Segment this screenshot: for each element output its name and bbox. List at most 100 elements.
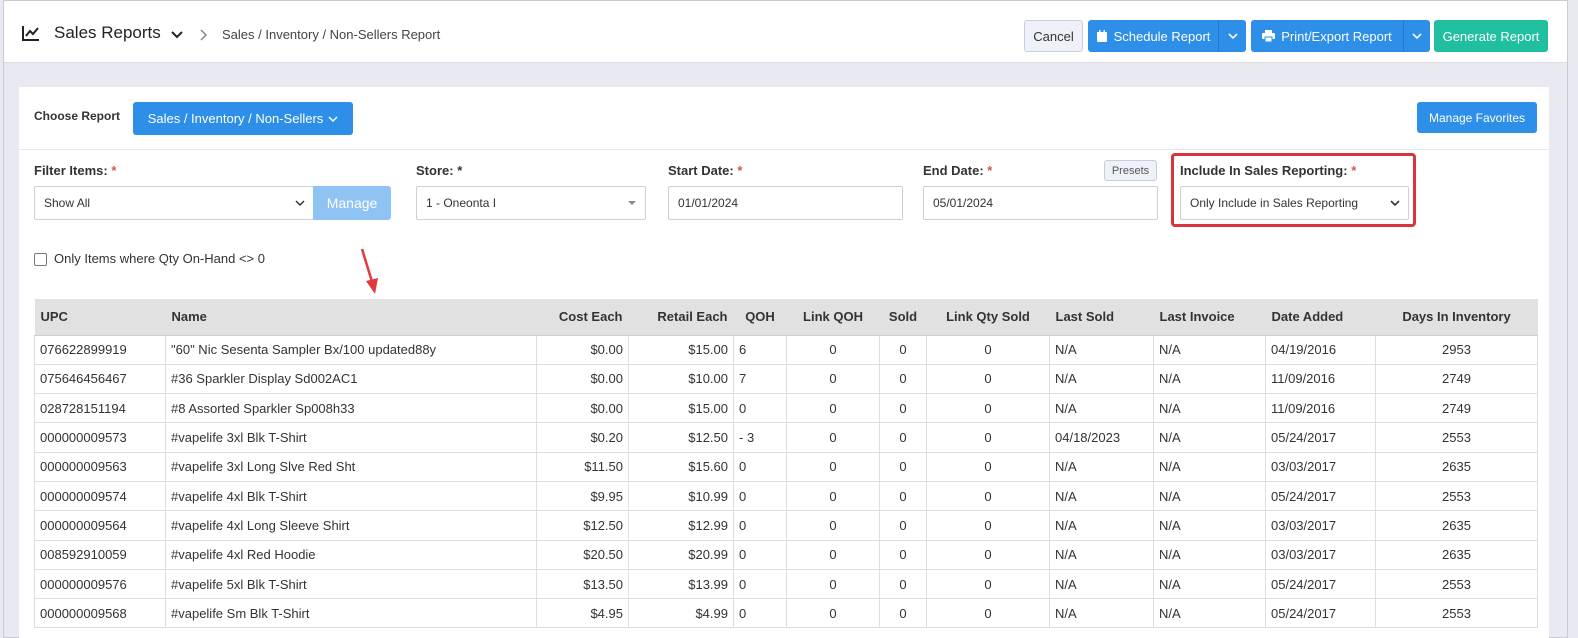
table-cell: 2749	[1375, 363, 1538, 395]
cancel-button-label: Cancel	[1033, 28, 1074, 44]
report-table: UPC Name Cost Each Retail Each QOH Link …	[34, 299, 1538, 629]
schedule-report-dropdown[interactable]	[1218, 20, 1246, 52]
table-cell: 0	[879, 363, 927, 395]
table-row[interactable]: 076622899919 "60" Nic Sesenta Sampler Bx/…	[34, 334, 1538, 365]
table-cell: 05/24/2017	[1265, 480, 1376, 512]
table-cell: 0	[879, 393, 927, 424]
table-cell: 7	[733, 363, 787, 395]
table-cell: 0	[786, 598, 880, 629]
store-label: Store: *	[416, 163, 463, 178]
choose-report-dropdown[interactable]: Sales / Inventory / Non-Sellers	[133, 102, 353, 135]
chevron-right-icon	[200, 29, 208, 41]
table-row[interactable]: 000000009568 #vapelife Sm Blk T-Shirt $4.9…	[34, 598, 1538, 629]
table-cell: 000000009564	[34, 510, 166, 541]
presets-button[interactable]: Presets	[1104, 160, 1157, 181]
table-cell: 0	[926, 598, 1050, 629]
column-header[interactable]: Link QOH	[786, 299, 880, 336]
table-cell: N/A	[1049, 480, 1154, 512]
table-cell: 05/24/2017	[1265, 568, 1376, 600]
table-cell: N/A	[1153, 334, 1266, 365]
required-mark: *	[1351, 163, 1357, 178]
print-export-dropdown[interactable]	[1403, 20, 1430, 52]
manage-button[interactable]: Manage	[313, 186, 391, 220]
table-row[interactable]: 028728151194 #8 Assorted Sparkler Sp008h3…	[34, 393, 1538, 424]
print-export-label: Print/Export Report	[1281, 28, 1392, 44]
calendar-icon	[1096, 29, 1107, 42]
table-cell: 2635	[1375, 510, 1538, 541]
column-header[interactable]: Retail Each	[628, 299, 734, 336]
store-value: 1 - Oneonta I	[426, 196, 497, 210]
choose-report-label: Choose Report	[34, 109, 121, 123]
table-cell: N/A	[1153, 539, 1266, 570]
column-header[interactable]: Last Sold	[1049, 299, 1154, 336]
column-header[interactable]: Name	[165, 299, 537, 336]
print-export-button[interactable]: Print/Export Report	[1251, 20, 1403, 52]
qty-on-hand-checkbox[interactable]	[34, 253, 47, 266]
table-row[interactable]: 075646456467 #36 Sparkler Display Sd002AC…	[34, 363, 1538, 395]
start-date-input[interactable]: 01/01/2024	[668, 186, 903, 220]
table-cell: $4.99	[628, 598, 734, 629]
table-cell: 6	[733, 334, 787, 365]
manage-favorites-button[interactable]: Manage Favorites	[1417, 102, 1537, 133]
table-cell: #vapelife 4xl Red Hoodie	[165, 539, 537, 570]
table-cell: 05/24/2017	[1265, 598, 1376, 629]
end-date-input[interactable]: 05/01/2024	[923, 186, 1158, 220]
table-cell: N/A	[1049, 334, 1154, 365]
table-cell: 2749	[1375, 393, 1538, 424]
table-cell: $12.99	[628, 510, 734, 541]
table-cell: N/A	[1049, 539, 1154, 570]
table-cell: 000000009563	[34, 451, 166, 482]
column-header[interactable]: Sold	[879, 299, 927, 336]
table-cell: $12.50	[536, 510, 629, 541]
filter-items-label: Filter Items: *	[34, 163, 117, 178]
column-header[interactable]: QOH	[733, 299, 787, 336]
include-sales-select[interactable]: Only Include in Sales Reporting	[1180, 186, 1409, 220]
filter-items-select[interactable]: Show All	[34, 186, 314, 220]
table-row[interactable]: 000000009573 #vapelife 3xl Blk T-Shirt $0.…	[34, 422, 1538, 453]
table-cell: N/A	[1049, 598, 1154, 629]
cancel-button[interactable]: Cancel	[1024, 20, 1083, 52]
table-cell: 0	[879, 510, 927, 541]
table-cell: #vapelife 5xl Blk T-Shirt	[165, 568, 537, 600]
table-cell: 0	[926, 568, 1050, 600]
include-sales-label: Include In Sales Reporting: *	[1180, 163, 1357, 178]
table-cell: 0	[733, 568, 787, 600]
chevron-down-icon[interactable]	[170, 28, 184, 42]
column-header[interactable]: Date Added	[1265, 299, 1376, 336]
table-cell: 03/03/2017	[1265, 539, 1376, 570]
column-header[interactable]: Days In Inventory	[1375, 299, 1538, 336]
chevron-down-icon	[295, 200, 305, 207]
table-cell: N/A	[1049, 451, 1154, 482]
required-mark: *	[111, 163, 117, 178]
schedule-report-button[interactable]: Schedule Report	[1088, 20, 1218, 52]
caret-down-icon	[628, 201, 636, 205]
generate-report-button[interactable]: Generate Report	[1434, 20, 1548, 52]
table-row[interactable]: 000000009563 #vapelife 3xl Long Slve Red …	[34, 451, 1538, 482]
table-row[interactable]: 000000009574 #vapelife 4xl Blk T-Shirt $9.…	[34, 480, 1538, 512]
table-cell: #8 Assorted Sparkler Sp008h33	[165, 393, 537, 424]
table-cell: N/A	[1153, 598, 1266, 629]
table-cell: 0	[733, 451, 787, 482]
page-title: Sales Reports	[54, 23, 161, 42]
table-cell: $9.95	[536, 480, 629, 512]
table-cell: 05/24/2017	[1265, 422, 1376, 453]
table-row[interactable]: 000000009576 #vapelife 5xl Blk T-Shirt $13…	[34, 568, 1538, 600]
table-cell: N/A	[1153, 480, 1266, 512]
column-header[interactable]: Link Qty Sold	[926, 299, 1050, 336]
column-header[interactable]: Last Invoice	[1153, 299, 1266, 336]
table-row[interactable]: 000000009564 #vapelife 4xl Long Sleeve Sh…	[34, 510, 1538, 541]
report-chooser: Choose Report Sales / Inventory / Non-Se…	[19, 87, 1549, 150]
table-row[interactable]: 008592910059 #vapelife 4xl Red Hoodie $20.…	[34, 539, 1538, 570]
include-sales-value: Only Include in Sales Reporting	[1190, 196, 1359, 210]
table-cell: 0	[733, 539, 787, 570]
table-cell: N/A	[1153, 422, 1266, 453]
store-select[interactable]: 1 - Oneonta I	[416, 186, 646, 220]
table-cell: N/A	[1153, 393, 1266, 424]
column-header[interactable]: Cost Each	[536, 299, 629, 336]
table-cell: #vapelife 3xl Blk T-Shirt	[165, 422, 537, 453]
table-cell: 0	[786, 334, 880, 365]
column-header[interactable]: UPC	[34, 299, 166, 336]
start-date-label: Start Date: *	[668, 163, 743, 178]
table-cell: $10.99	[628, 480, 734, 512]
breadcrumb: Sales / Inventory / Non-Sellers Report	[222, 27, 441, 42]
